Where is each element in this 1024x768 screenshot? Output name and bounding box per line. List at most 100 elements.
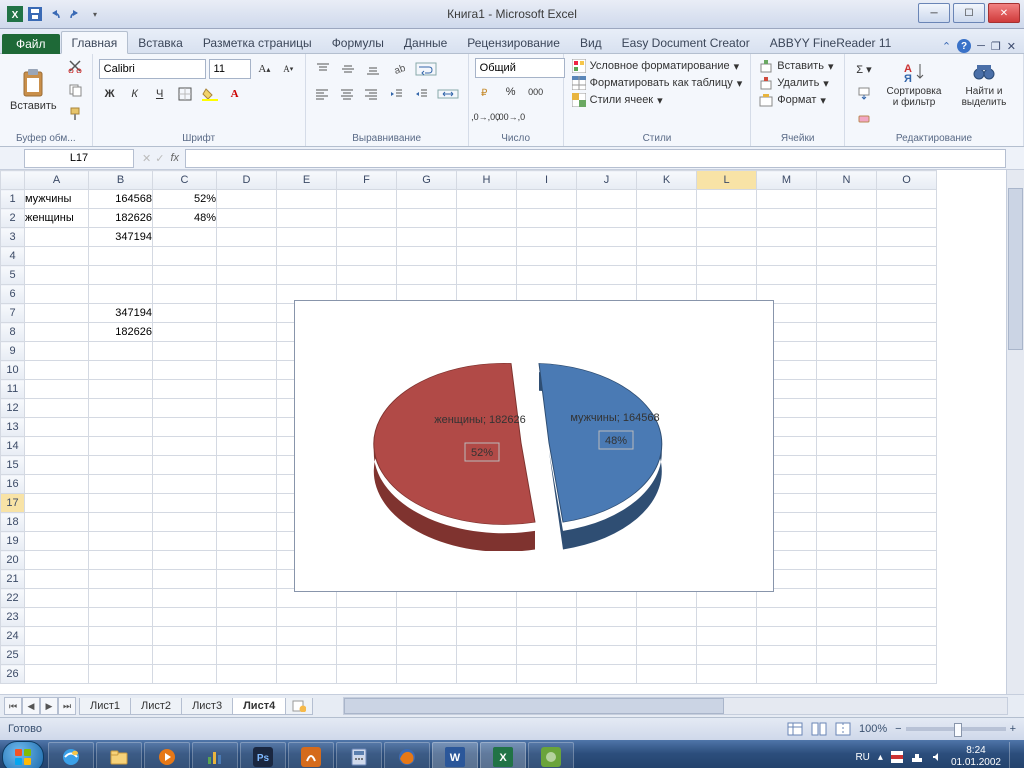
taskbar-firefox[interactable] xyxy=(384,742,430,768)
cell-L26[interactable] xyxy=(697,665,757,684)
taskbar-app-green[interactable] xyxy=(528,742,574,768)
col-header-K[interactable]: K xyxy=(637,171,697,190)
new-sheet-button[interactable] xyxy=(285,698,313,715)
bold-button[interactable]: Ж xyxy=(99,83,121,105)
cell-B3[interactable]: 347194 xyxy=(89,228,153,247)
cell-O15[interactable] xyxy=(877,456,937,475)
cell-O2[interactable] xyxy=(877,209,937,228)
taskbar-chart[interactable] xyxy=(192,742,238,768)
doc-minimize-icon[interactable]: ─ xyxy=(977,40,985,52)
cell-B17[interactable] xyxy=(89,494,153,513)
cell-O10[interactable] xyxy=(877,361,937,380)
cell-B11[interactable] xyxy=(89,380,153,399)
cell-F26[interactable] xyxy=(337,665,397,684)
cell-K23[interactable] xyxy=(637,608,697,627)
align-top-button[interactable] xyxy=(312,58,334,80)
row-header-10[interactable]: 10 xyxy=(1,361,25,380)
maximize-button[interactable]: ☐ xyxy=(953,3,985,23)
cell-B23[interactable] xyxy=(89,608,153,627)
cell-K25[interactable] xyxy=(637,646,697,665)
row-header-23[interactable]: 23 xyxy=(1,608,25,627)
cell-F25[interactable] xyxy=(337,646,397,665)
paste-button[interactable]: Вставить xyxy=(6,66,61,114)
cell-N25[interactable] xyxy=(817,646,877,665)
cell-G5[interactable] xyxy=(397,266,457,285)
cell-H24[interactable] xyxy=(457,627,517,646)
cell-O21[interactable] xyxy=(877,570,937,589)
select-all-corner[interactable] xyxy=(1,171,25,190)
cell-C6[interactable] xyxy=(153,285,217,304)
cell-C19[interactable] xyxy=(153,532,217,551)
cell-A5[interactable] xyxy=(25,266,89,285)
tab-file[interactable]: Файл xyxy=(2,34,60,54)
row-header-18[interactable]: 18 xyxy=(1,513,25,532)
doc-restore-icon[interactable]: ❐ xyxy=(991,40,1001,53)
cell-O14[interactable] xyxy=(877,437,937,456)
tab-data[interactable]: Данные xyxy=(394,32,457,53)
cell-A8[interactable] xyxy=(25,323,89,342)
cell-E5[interactable] xyxy=(277,266,337,285)
cell-E26[interactable] xyxy=(277,665,337,684)
align-left-button[interactable] xyxy=(312,83,334,105)
tab-formulas[interactable]: Формулы xyxy=(322,32,394,53)
row-header-2[interactable]: 2 xyxy=(1,209,25,228)
cell-O17[interactable] xyxy=(877,494,937,513)
conditional-format-button[interactable]: Условное форматирование ▾ xyxy=(570,58,745,74)
cell-I26[interactable] xyxy=(517,665,577,684)
row-header-13[interactable]: 13 xyxy=(1,418,25,437)
cell-I23[interactable] xyxy=(517,608,577,627)
cell-A25[interactable] xyxy=(25,646,89,665)
cell-E1[interactable] xyxy=(277,190,337,209)
row-header-16[interactable]: 16 xyxy=(1,475,25,494)
cell-B13[interactable] xyxy=(89,418,153,437)
cell-N3[interactable] xyxy=(817,228,877,247)
taskbar-explorer[interactable] xyxy=(96,742,142,768)
cell-E24[interactable] xyxy=(277,627,337,646)
fx-icon[interactable]: fx xyxy=(170,152,179,164)
col-header-E[interactable]: E xyxy=(277,171,337,190)
cell-O1[interactable] xyxy=(877,190,937,209)
cell-D23[interactable] xyxy=(217,608,277,627)
cell-A3[interactable] xyxy=(25,228,89,247)
number-format-combo[interactable]: Общий xyxy=(475,58,565,78)
cell-B6[interactable] xyxy=(89,285,153,304)
sheet-prev-icon[interactable]: ◀ xyxy=(22,697,40,715)
align-bottom-button[interactable] xyxy=(362,58,384,80)
cell-N15[interactable] xyxy=(817,456,877,475)
cell-H2[interactable] xyxy=(457,209,517,228)
cell-G25[interactable] xyxy=(397,646,457,665)
cell-L24[interactable] xyxy=(697,627,757,646)
cell-J24[interactable] xyxy=(577,627,637,646)
ribbon-min-icon[interactable]: ⌃ xyxy=(942,40,951,53)
cell-J3[interactable] xyxy=(577,228,637,247)
tray-network-icon[interactable] xyxy=(911,751,923,763)
col-header-B[interactable]: B xyxy=(89,171,153,190)
cell-N24[interactable] xyxy=(817,627,877,646)
shrink-font-button[interactable]: A▾ xyxy=(278,58,299,80)
cell-A17[interactable] xyxy=(25,494,89,513)
cell-M2[interactable] xyxy=(757,209,817,228)
cell-D4[interactable] xyxy=(217,247,277,266)
cell-B19[interactable] xyxy=(89,532,153,551)
cell-G1[interactable] xyxy=(397,190,457,209)
format-as-table-button[interactable]: Форматировать как таблицу ▾ xyxy=(570,75,745,91)
tab-easy-doc[interactable]: Easy Document Creator xyxy=(612,32,760,53)
zoom-out-icon[interactable]: − xyxy=(895,723,901,735)
cell-O24[interactable] xyxy=(877,627,937,646)
cell-D24[interactable] xyxy=(217,627,277,646)
cell-N22[interactable] xyxy=(817,589,877,608)
row-header-21[interactable]: 21 xyxy=(1,570,25,589)
cell-L1[interactable] xyxy=(697,190,757,209)
tab-view[interactable]: Вид xyxy=(570,32,612,53)
sheet-last-icon[interactable]: ⏭ xyxy=(58,697,76,715)
cell-C24[interactable] xyxy=(153,627,217,646)
cell-C12[interactable] xyxy=(153,399,217,418)
view-page-break-icon[interactable] xyxy=(835,722,851,736)
tab-page-layout[interactable]: Разметка страницы xyxy=(193,32,322,53)
cell-N13[interactable] xyxy=(817,418,877,437)
cell-F4[interactable] xyxy=(337,247,397,266)
undo-icon[interactable] xyxy=(46,5,64,23)
cell-I24[interactable] xyxy=(517,627,577,646)
cell-M26[interactable] xyxy=(757,665,817,684)
cell-K2[interactable] xyxy=(637,209,697,228)
